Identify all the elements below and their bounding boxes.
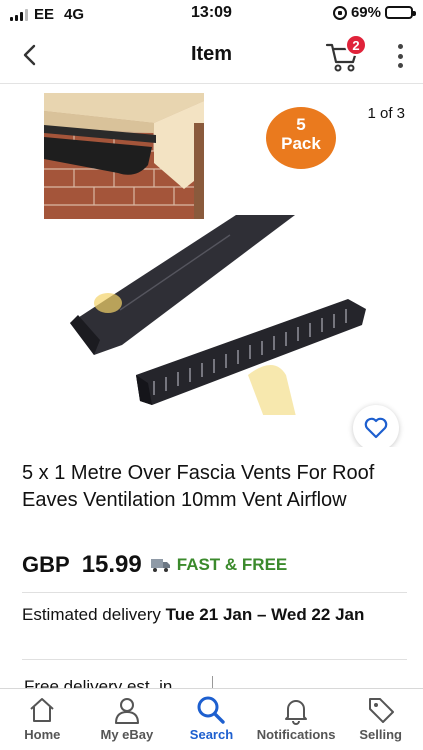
battery-percent: 69%	[350, 4, 381, 21]
pack-badge-count: 5	[296, 115, 306, 134]
truck-icon	[150, 559, 170, 572]
tab-label: Selling	[359, 727, 402, 742]
shipping-label: FAST & FREE	[176, 555, 288, 574]
cutoff-separator	[212, 676, 213, 688]
tab-label: Home	[24, 727, 61, 742]
more-options-button[interactable]	[395, 42, 405, 70]
delivery-prefix: Estimated delivery	[22, 605, 161, 624]
tab-search[interactable]: Search	[169, 689, 254, 750]
shipping-badge: FAST & FREE	[150, 555, 288, 575]
estimated-delivery: Estimated delivery Tue 21 Jan – Wed 22 J…	[22, 604, 402, 626]
tab-label: Notifications	[256, 727, 336, 742]
product-image	[70, 215, 366, 415]
tab-label: Search	[189, 727, 234, 742]
bell-icon	[285, 700, 308, 725]
installation-photo	[44, 93, 204, 219]
more-vertical-icon	[397, 44, 403, 49]
price-row: GBP 15.99 FAST & FREE	[22, 551, 287, 579]
tab-home[interactable]: Home	[0, 689, 85, 750]
item-title: 5 x 1 Metre Over Fascia Vents For Roof E…	[22, 462, 375, 511]
pack-badge-label: Pack	[281, 134, 321, 153]
tab-selling[interactable]: Selling	[338, 689, 423, 750]
cart-button[interactable]: 2	[325, 34, 367, 74]
status-bar: EE 4G 13:09 69%	[0, 0, 423, 28]
divider	[22, 659, 407, 660]
image-gallery[interactable]: 5 Pack 1 of 3	[0, 85, 423, 447]
cart-count-badge: 2	[345, 34, 367, 56]
tag-icon	[368, 698, 394, 723]
delivery-cutoff-text: Free delivery est. in	[24, 677, 173, 688]
rotation-lock-icon	[332, 5, 347, 20]
status-right: 69%	[332, 4, 416, 21]
price-value: 15.99	[81, 551, 142, 578]
user-icon	[114, 698, 139, 724]
price-currency: GBP	[22, 552, 70, 577]
tab-my-ebay[interactable]: My eBay	[85, 689, 170, 750]
home-icon	[30, 698, 54, 722]
tab-label: My eBay	[100, 727, 154, 742]
search-icon	[197, 696, 226, 724]
watch-button[interactable]	[353, 405, 399, 447]
pack-badge: 5 Pack	[266, 107, 336, 169]
nav-bar: Item 2	[0, 28, 423, 84]
photo-counter: 1 of 3	[367, 105, 405, 122]
bottom-tab-bar: Home My eBay Search Notifications Sellin…	[0, 688, 423, 750]
divider	[22, 592, 407, 593]
battery-icon	[385, 6, 416, 19]
heart-icon	[364, 417, 388, 439]
delivery-dates: Tue 21 Jan – Wed 22 Jan	[165, 605, 365, 624]
tab-notifications[interactable]: Notifications	[254, 689, 339, 750]
